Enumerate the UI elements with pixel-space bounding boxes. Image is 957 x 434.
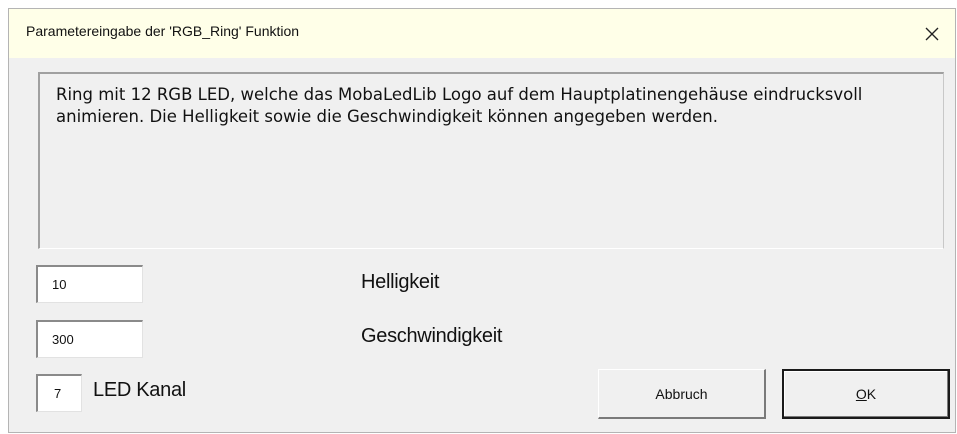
led-kanal-input[interactable] <box>36 374 82 412</box>
geschwindigkeit-input[interactable] <box>36 320 143 358</box>
cancel-button[interactable]: Abbruch <box>598 369 766 419</box>
geschwindigkeit-label: Geschwindigkeit <box>361 325 503 347</box>
ok-button-label: OK <box>856 386 876 402</box>
ok-mnemonic: O <box>855 386 867 402</box>
cancel-button-label: Abbruch <box>655 385 708 402</box>
led-kanal-label: LED Kanal <box>93 379 186 401</box>
helligkeit-label: Helligkeit <box>361 271 440 293</box>
window-title: Parametereingabe der 'RGB_Ring' Funktion <box>26 23 300 39</box>
description-text: Ring mit 12 RGB LED, welche das MobaLedL… <box>56 85 863 126</box>
ok-label-rest: K <box>866 386 877 402</box>
dialog-window: Parametereingabe der 'RGB_Ring' Funktion… <box>8 8 956 433</box>
helligkeit-input[interactable] <box>36 265 143 303</box>
title-bar: Parametereingabe der 'RGB_Ring' Funktion <box>9 9 955 58</box>
close-button[interactable] <box>909 9 955 58</box>
close-icon <box>925 27 939 40</box>
ok-button[interactable]: OK <box>782 369 950 419</box>
description-box: Ring mit 12 RGB LED, welche das MobaLedL… <box>38 72 944 249</box>
